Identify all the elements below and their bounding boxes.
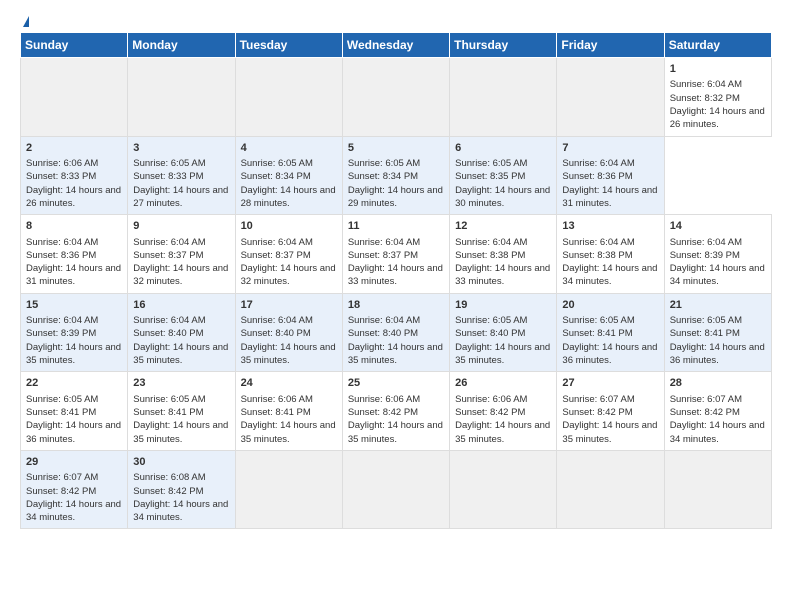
day-number: 22 xyxy=(26,376,122,391)
calendar-header-row: SundayMondayTuesdayWednesdayThursdayFrid… xyxy=(21,33,772,58)
day-number: 6 xyxy=(455,141,551,156)
calendar-cell: 3Sunrise: 6:05 AMSunset: 8:33 PMDaylight… xyxy=(128,136,235,215)
calendar-cell: 29Sunrise: 6:07 AMSunset: 8:42 PMDayligh… xyxy=(21,450,128,529)
day-number: 12 xyxy=(455,219,551,234)
calendar-cell: 19Sunrise: 6:05 AMSunset: 8:40 PMDayligh… xyxy=(450,293,557,372)
day-number: 24 xyxy=(241,376,337,391)
calendar-cell: 6Sunrise: 6:05 AMSunset: 8:35 PMDaylight… xyxy=(450,136,557,215)
calendar-cell: 10Sunrise: 6:04 AMSunset: 8:37 PMDayligh… xyxy=(235,215,342,294)
calendar-cell xyxy=(21,58,128,137)
calendar-cell: 15Sunrise: 6:04 AMSunset: 8:39 PMDayligh… xyxy=(21,293,128,372)
day-number: 4 xyxy=(241,141,337,156)
calendar-cell xyxy=(235,58,342,137)
calendar-cell: 8Sunrise: 6:04 AMSunset: 8:36 PMDaylight… xyxy=(21,215,128,294)
day-number: 16 xyxy=(133,298,229,313)
calendar-week-5: 22Sunrise: 6:05 AMSunset: 8:41 PMDayligh… xyxy=(21,372,772,451)
calendar-cell: 2Sunrise: 6:06 AMSunset: 8:33 PMDaylight… xyxy=(21,136,128,215)
day-number: 9 xyxy=(133,219,229,234)
calendar-week-6: 29Sunrise: 6:07 AMSunset: 8:42 PMDayligh… xyxy=(21,450,772,529)
calendar-cell: 12Sunrise: 6:04 AMSunset: 8:38 PMDayligh… xyxy=(450,215,557,294)
calendar-table: SundayMondayTuesdayWednesdayThursdayFrid… xyxy=(20,32,772,529)
day-number: 25 xyxy=(348,376,444,391)
calendar-cell: 21Sunrise: 6:05 AMSunset: 8:41 PMDayligh… xyxy=(664,293,771,372)
day-number: 15 xyxy=(26,298,122,313)
day-number: 21 xyxy=(670,298,766,313)
day-number: 20 xyxy=(562,298,658,313)
calendar-cell: 26Sunrise: 6:06 AMSunset: 8:42 PMDayligh… xyxy=(450,372,557,451)
day-number: 5 xyxy=(348,141,444,156)
calendar-cell xyxy=(450,58,557,137)
calendar-cell xyxy=(342,450,449,529)
calendar-cell: 27Sunrise: 6:07 AMSunset: 8:42 PMDayligh… xyxy=(557,372,664,451)
day-number: 30 xyxy=(133,455,229,470)
day-number: 10 xyxy=(241,219,337,234)
calendar-cell: 25Sunrise: 6:06 AMSunset: 8:42 PMDayligh… xyxy=(342,372,449,451)
day-number: 13 xyxy=(562,219,658,234)
col-header-thursday: Thursday xyxy=(450,33,557,58)
calendar-week-3: 8Sunrise: 6:04 AMSunset: 8:36 PMDaylight… xyxy=(21,215,772,294)
day-number: 26 xyxy=(455,376,551,391)
calendar-cell: 1Sunrise: 6:04 AMSunset: 8:32 PMDaylight… xyxy=(664,58,771,137)
day-number: 14 xyxy=(670,219,766,234)
calendar-cell xyxy=(342,58,449,137)
calendar-cell: 23Sunrise: 6:05 AMSunset: 8:41 PMDayligh… xyxy=(128,372,235,451)
calendar-cell: 16Sunrise: 6:04 AMSunset: 8:40 PMDayligh… xyxy=(128,293,235,372)
day-number: 17 xyxy=(241,298,337,313)
col-header-wednesday: Wednesday xyxy=(342,33,449,58)
day-number: 11 xyxy=(348,219,444,234)
logo xyxy=(20,16,29,24)
calendar-cell: 17Sunrise: 6:04 AMSunset: 8:40 PMDayligh… xyxy=(235,293,342,372)
calendar-cell: 18Sunrise: 6:04 AMSunset: 8:40 PMDayligh… xyxy=(342,293,449,372)
calendar-body: 1Sunrise: 6:04 AMSunset: 8:32 PMDaylight… xyxy=(21,58,772,529)
calendar-week-1: 1Sunrise: 6:04 AMSunset: 8:32 PMDaylight… xyxy=(21,58,772,137)
calendar-cell xyxy=(450,450,557,529)
calendar-cell: 9Sunrise: 6:04 AMSunset: 8:37 PMDaylight… xyxy=(128,215,235,294)
day-number: 7 xyxy=(562,141,658,156)
day-number: 2 xyxy=(26,141,122,156)
calendar-cell xyxy=(557,58,664,137)
page: SundayMondayTuesdayWednesdayThursdayFrid… xyxy=(0,0,792,612)
day-number: 3 xyxy=(133,141,229,156)
col-header-friday: Friday xyxy=(557,33,664,58)
day-number: 28 xyxy=(670,376,766,391)
col-header-tuesday: Tuesday xyxy=(235,33,342,58)
day-number: 29 xyxy=(26,455,122,470)
day-number: 1 xyxy=(670,62,766,77)
col-header-saturday: Saturday xyxy=(664,33,771,58)
day-number: 27 xyxy=(562,376,658,391)
logo-triangle-icon xyxy=(23,16,29,27)
col-header-monday: Monday xyxy=(128,33,235,58)
day-number: 8 xyxy=(26,219,122,234)
calendar-cell: 30Sunrise: 6:08 AMSunset: 8:42 PMDayligh… xyxy=(128,450,235,529)
calendar-cell xyxy=(235,450,342,529)
calendar-cell: 22Sunrise: 6:05 AMSunset: 8:41 PMDayligh… xyxy=(21,372,128,451)
day-number: 19 xyxy=(455,298,551,313)
day-number: 18 xyxy=(348,298,444,313)
calendar-week-4: 15Sunrise: 6:04 AMSunset: 8:39 PMDayligh… xyxy=(21,293,772,372)
calendar-cell: 14Sunrise: 6:04 AMSunset: 8:39 PMDayligh… xyxy=(664,215,771,294)
calendar-cell xyxy=(128,58,235,137)
calendar-cell xyxy=(664,450,771,529)
calendar-cell: 24Sunrise: 6:06 AMSunset: 8:41 PMDayligh… xyxy=(235,372,342,451)
calendar-cell: 11Sunrise: 6:04 AMSunset: 8:37 PMDayligh… xyxy=(342,215,449,294)
calendar-cell: 20Sunrise: 6:05 AMSunset: 8:41 PMDayligh… xyxy=(557,293,664,372)
col-header-sunday: Sunday xyxy=(21,33,128,58)
header xyxy=(20,16,772,24)
calendar-week-2: 2Sunrise: 6:06 AMSunset: 8:33 PMDaylight… xyxy=(21,136,772,215)
calendar-cell: 13Sunrise: 6:04 AMSunset: 8:38 PMDayligh… xyxy=(557,215,664,294)
calendar-cell xyxy=(557,450,664,529)
calendar-cell: 5Sunrise: 6:05 AMSunset: 8:34 PMDaylight… xyxy=(342,136,449,215)
day-number: 23 xyxy=(133,376,229,391)
calendar-cell: 28Sunrise: 6:07 AMSunset: 8:42 PMDayligh… xyxy=(664,372,771,451)
calendar-cell: 4Sunrise: 6:05 AMSunset: 8:34 PMDaylight… xyxy=(235,136,342,215)
calendar-cell: 7Sunrise: 6:04 AMSunset: 8:36 PMDaylight… xyxy=(557,136,664,215)
